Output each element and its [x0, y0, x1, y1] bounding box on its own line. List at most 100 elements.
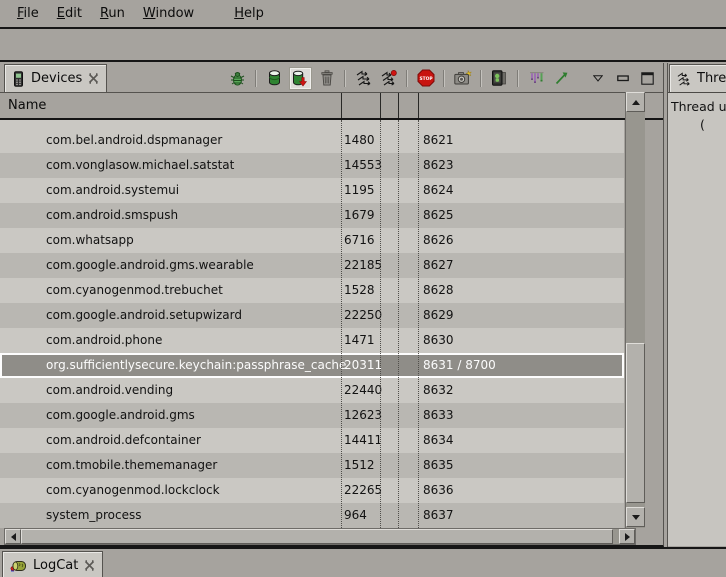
process-name: com.android.vending — [46, 378, 173, 403]
horizontal-scrollbar[interactable] — [4, 528, 636, 545]
table-row[interactable]: system_process9648637 — [0, 503, 624, 528]
svg-text:STOP: STOP — [419, 76, 433, 82]
table-row[interactable]: com.cyanogenmod.trebuchet 1528 8628 — [0, 278, 624, 303]
toolbar-separator — [406, 70, 408, 87]
menu-window[interactable]: Window — [134, 2, 203, 25]
process-pid: 22440 — [344, 378, 382, 403]
vertical-scrollbar[interactable] — [625, 92, 645, 528]
process-pid: 1195 — [344, 178, 375, 203]
maximize-view-button[interactable] — [638, 69, 657, 88]
process-pid: 22185 — [344, 253, 382, 278]
process-name: com.google.android.gms.wearable — [46, 253, 254, 278]
column-header-name[interactable]: Name — [8, 93, 46, 118]
table-row[interactable]: com.android.vending 22440 8632 — [0, 378, 624, 403]
tab-devices[interactable]: Devices — [4, 64, 107, 92]
process-pid: 1480 — [344, 128, 375, 153]
table-row[interactable]: com.android.systemui 1195 8624 — [0, 178, 624, 203]
bars-icon — [529, 71, 545, 85]
process-pid: 12623 — [344, 403, 382, 428]
partial-row — [0, 120, 624, 128]
toolbar-separator — [255, 70, 257, 87]
scroll-up-button[interactable] — [626, 92, 645, 112]
horizontal-scroll-thumb[interactable] — [21, 529, 613, 544]
process-port: 8621 — [423, 128, 454, 153]
threads-content: Thread up ( — [668, 92, 726, 546]
toolbar-separator — [579, 70, 580, 87]
start-opengl-trace-button[interactable] — [527, 69, 546, 88]
cause-gc-button[interactable] — [317, 69, 336, 88]
menu-file[interactable]: File — [8, 2, 48, 25]
scroll-down-button[interactable] — [626, 507, 645, 527]
table-row[interactable]: com.android.defcontainer144118634 — [0, 428, 624, 453]
menu-run[interactable]: Run — [91, 2, 134, 25]
process-name: com.google.android.setupwizard — [46, 303, 242, 328]
process-name: com.vonglasow.michael.satstat — [46, 153, 234, 178]
process-name: com.cyanogenmod.trebuchet — [46, 278, 223, 303]
table-row[interactable]: com.android.phone 1471 8630 — [0, 328, 624, 353]
table-row[interactable]: com.tmobile.thememanager15128635 — [0, 453, 624, 478]
toolbar-separator — [480, 70, 482, 87]
process-pid: 1471 — [344, 328, 375, 353]
profiling-arrow-button[interactable] — [552, 69, 571, 88]
process-port: 8628 — [423, 278, 454, 303]
devices-toolbar: STOP — [228, 67, 657, 89]
menu-bar: File Edit Run Window Help — [0, 0, 726, 29]
process-port: 8630 — [423, 328, 454, 353]
table-row[interactable]: com.bel.android.dspmanager14808621 — [0, 128, 624, 153]
process-port: 8623 — [423, 153, 454, 178]
process-name: com.android.phone — [46, 328, 162, 353]
minimize-view-button[interactable] — [613, 69, 632, 88]
process-pid: 1528 — [344, 278, 375, 303]
process-name: com.android.systemui — [46, 178, 179, 203]
stop-process-button[interactable]: STOP — [416, 69, 435, 88]
process-pid: 22250 — [344, 303, 382, 328]
table-row[interactable]: com.cyanogenmod.lockclock222658636 — [0, 478, 624, 503]
devices-tabbar: Devices — [0, 63, 663, 93]
process-port: 8629 — [423, 303, 454, 328]
update-threads-button[interactable] — [354, 69, 373, 88]
toolbar-separator — [517, 70, 519, 87]
table-row[interactable]: org.sufficientlysecure.keychain:passphra… — [0, 353, 624, 378]
screen-record-button[interactable] — [490, 69, 509, 88]
close-icon[interactable] — [88, 73, 99, 84]
table-row[interactable]: com.vonglasow.michael.satstat 14553 8623 — [0, 153, 624, 178]
process-port: 8624 — [423, 178, 454, 203]
column-divider[interactable] — [398, 93, 399, 118]
table-header[interactable]: Name — [0, 92, 663, 120]
threads-message-line2: ( — [700, 117, 726, 132]
process-name: system_process — [46, 503, 142, 528]
logcat-icon — [10, 559, 27, 573]
process-port: 8637 — [423, 503, 454, 528]
table-row[interactable]: com.google.android.gms126238633 — [0, 403, 624, 428]
dump-hprof-button[interactable] — [290, 68, 311, 89]
process-name: com.cyanogenmod.lockclock — [46, 478, 220, 503]
process-port: 8632 — [423, 378, 454, 403]
main-toolbar — [0, 29, 726, 62]
screen-capture-button[interactable] — [453, 69, 472, 88]
menu-help[interactable]: Help — [225, 2, 273, 25]
right-arrow-icon — [625, 533, 630, 541]
vertical-scroll-thumb[interactable] — [626, 343, 645, 503]
logcat-panel: LogCat — [0, 547, 726, 577]
column-divider[interactable] — [380, 93, 381, 118]
heap-dump-icon — [292, 70, 309, 87]
tab-threads[interactable]: Threads — [669, 64, 726, 92]
process-pid: 14553 — [344, 153, 382, 178]
view-menu-button[interactable] — [588, 69, 607, 88]
table-row[interactable]: com.google.android.gms.wearable221858627 — [0, 253, 624, 278]
scroll-right-button[interactable] — [619, 529, 635, 544]
table-row[interactable]: com.google.android.setupwizard 22250 8629 — [0, 303, 624, 328]
close-icon[interactable] — [84, 560, 95, 571]
menu-edit[interactable]: Edit — [48, 2, 91, 25]
update-heap-button[interactable] — [265, 69, 284, 88]
table-row[interactable]: com.whatsapp67168626 — [0, 228, 624, 253]
dropdown-icon — [593, 75, 603, 82]
column-divider[interactable] — [418, 93, 419, 118]
table-row[interactable]: com.android.smspush16798625 — [0, 203, 624, 228]
heap-icon — [268, 70, 281, 86]
tab-logcat[interactable]: LogCat — [2, 551, 103, 577]
column-divider[interactable] — [341, 93, 342, 118]
debug-process-button[interactable] — [228, 69, 247, 88]
start-method-profiling-button[interactable] — [379, 69, 398, 88]
scroll-left-button[interactable] — [5, 529, 21, 544]
